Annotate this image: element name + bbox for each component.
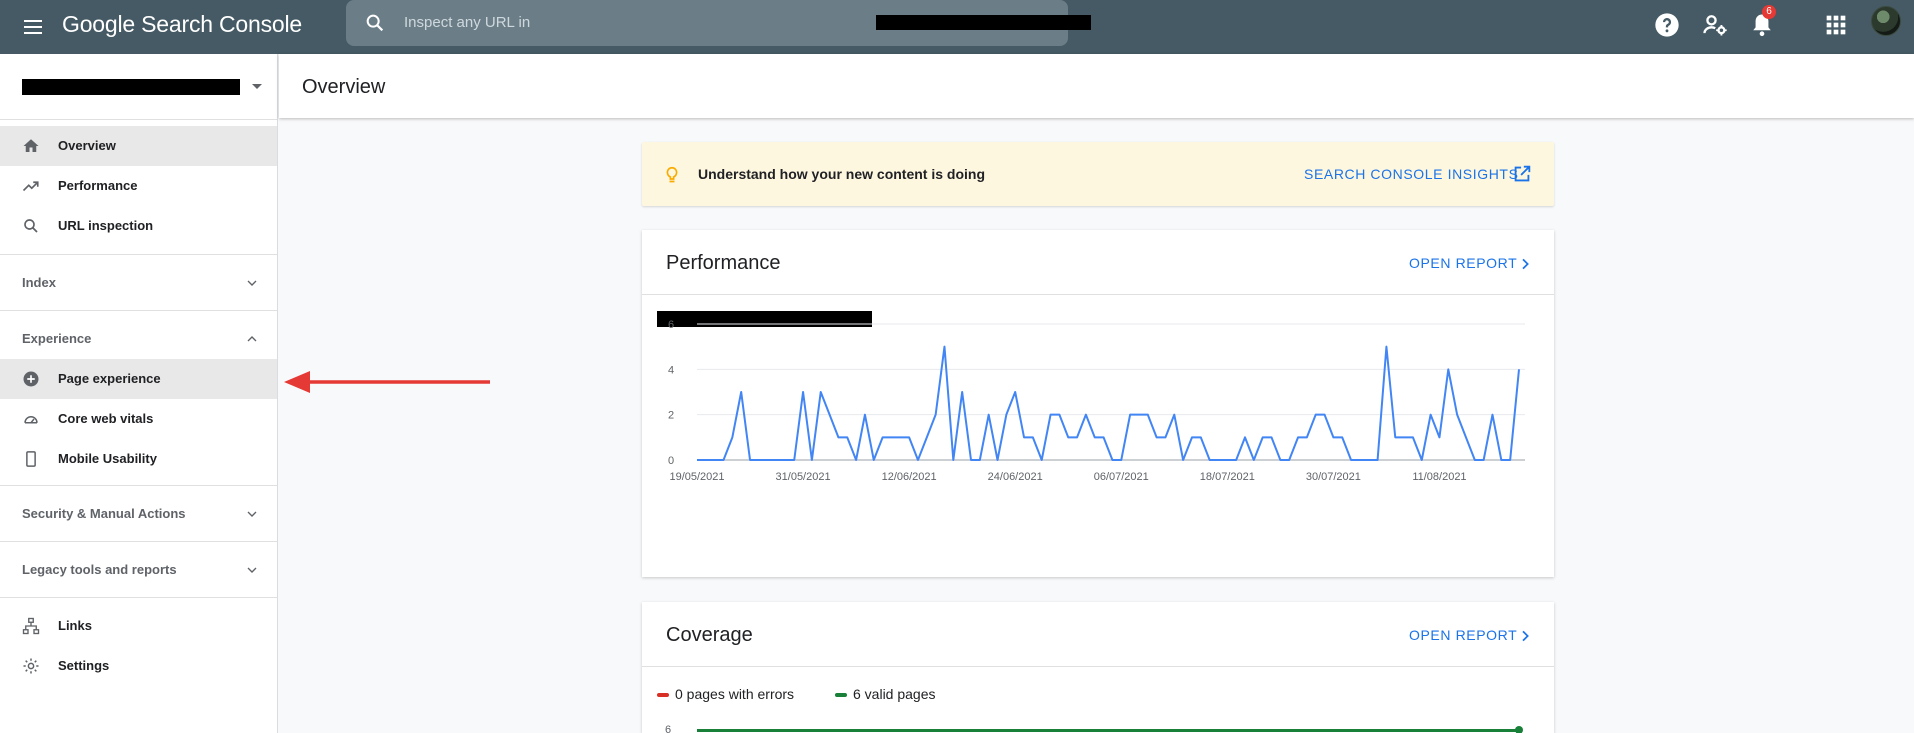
- sidebar-item-overview[interactable]: Overview: [0, 126, 277, 166]
- sidebar-item-label: Settings: [58, 658, 110, 673]
- sidebar-item-label: Page experience: [58, 371, 161, 386]
- sidebar-item-page-experience[interactable]: Page experience: [0, 359, 277, 399]
- open-in-new-icon[interactable]: [1511, 163, 1533, 185]
- search-console-insights-link[interactable]: SEARCH CONSOLE INSIGHTS: [1304, 166, 1519, 182]
- legend-valid-swatch: [835, 693, 847, 698]
- legend-valid-label: 6 valid pages: [853, 686, 936, 702]
- y-tick-label: 6: [668, 319, 674, 331]
- sidebar-item-label: Links: [58, 618, 92, 633]
- legend-errors[interactable]: 0 pages with errors: [657, 686, 794, 702]
- y-tick-label: 2: [668, 410, 674, 422]
- sidebar-item-core-web-vitals[interactable]: Core web vitals: [0, 399, 277, 439]
- legend-valid[interactable]: 6 valid pages: [835, 686, 936, 702]
- clicks-series-line: [697, 345, 1520, 461]
- apps-grid-icon[interactable]: [1822, 11, 1850, 39]
- dropdown-caret-icon: [252, 84, 262, 89]
- x-tick-label: 12/06/2021: [882, 471, 937, 483]
- x-tick-label: 11/08/2021: [1412, 471, 1466, 483]
- x-tick-label: 18/07/2021: [1200, 471, 1255, 483]
- sidebar-section-experience[interactable]: Experience: [0, 310, 277, 366]
- sidebar-section-legacy-tools[interactable]: Legacy tools and reports: [0, 541, 277, 597]
- performance-card: Performance OPEN REPORT 0 2 4 6 19/05/2021 3…: [642, 230, 1554, 577]
- lightbulb-icon: [666, 166, 678, 183]
- url-inspection-search-bar[interactable]: Inspect any URL in: [346, 0, 1091, 46]
- insights-banner: Understand how your new content is doing…: [642, 142, 1554, 206]
- performance-card-title: Performance: [666, 252, 781, 274]
- chevron-right-icon[interactable]: [1517, 627, 1533, 645]
- sidebar-divider: [0, 597, 277, 598]
- chevron-down-icon: [247, 280, 257, 286]
- x-tick-label: 30/07/2021: [1306, 471, 1361, 483]
- sidebar-item-url-inspection[interactable]: URL inspection: [0, 206, 277, 246]
- sidebar-item-performance[interactable]: Performance: [0, 166, 277, 206]
- speedometer-icon: [24, 416, 38, 424]
- chevron-up-icon: [247, 336, 257, 342]
- x-tick-label: 06/07/2021: [1094, 471, 1149, 483]
- search-icon: [24, 219, 38, 233]
- chevron-right-icon[interactable]: [1517, 255, 1533, 273]
- main-menu-button[interactable]: [20, 13, 48, 41]
- help-icon[interactable]: [1653, 11, 1681, 39]
- page-header: Overview: [279, 54, 1914, 118]
- coverage-valid-endpoint: [1515, 726, 1523, 733]
- card-divider: [642, 666, 1554, 667]
- x-tick-label: 24/06/2021: [988, 471, 1043, 483]
- sidebar-item-label: Core web vitals: [58, 411, 154, 426]
- property-selector[interactable]: [0, 54, 277, 120]
- coverage-valid-line: [697, 729, 1519, 732]
- chevron-down-icon: [247, 567, 257, 573]
- search-icon: [366, 14, 384, 32]
- app-title: Google Search Console: [62, 11, 303, 37]
- smartphone-icon: [26, 451, 36, 467]
- performance-line-chart: 0 2 4 6 19/05/2021 31/05/2021 12/06/2021 24/06…: [668, 319, 1525, 483]
- chevron-down-icon: [247, 511, 257, 517]
- sidebar-item-label: URL inspection: [58, 218, 154, 233]
- insights-banner-text: Understand how your new content is doing: [698, 166, 986, 182]
- sidebar-item-label: Mobile Usability: [58, 451, 157, 466]
- notifications-badge: 6: [1762, 5, 1776, 19]
- annotation-arrow: [284, 371, 490, 393]
- sidebar-section-index[interactable]: Index: [0, 254, 277, 310]
- users-settings-icon[interactable]: [1701, 11, 1729, 39]
- y-tick-label: 0: [668, 455, 674, 467]
- account-avatar[interactable]: [1871, 6, 1901, 36]
- sidebar-item-links[interactable]: Links: [0, 606, 277, 646]
- trending-up-icon: [22, 181, 39, 192]
- sidebar-section-security-manual-actions[interactable]: Security & Manual Actions: [0, 485, 277, 541]
- legend-errors-swatch: [657, 693, 669, 698]
- sidebar-item-mobile-usability[interactable]: Mobile Usability: [0, 439, 277, 479]
- legend-errors-label: 0 pages with errors: [675, 686, 795, 702]
- y-tick-label: 4: [668, 364, 674, 376]
- gear-icon: [23, 658, 39, 674]
- coverage-card: Coverage OPEN REPORT 0 pages with errors…: [642, 602, 1554, 733]
- sitemap-icon: [22, 617, 40, 635]
- sidebar-item-label: Overview: [58, 138, 116, 153]
- coverage-open-report-link[interactable]: OPEN REPORT: [1409, 627, 1517, 643]
- section-label: Legacy tools and reports: [22, 562, 177, 577]
- redacted-property-url: [876, 15, 1091, 30]
- section-label: Experience: [22, 331, 92, 346]
- sidebar-item-settings[interactable]: Settings: [0, 646, 277, 686]
- top-app-bar: Google Search Console Inspect any URL in…: [0, 0, 1914, 54]
- performance-open-report-link[interactable]: OPEN REPORT: [1409, 255, 1517, 271]
- redacted-property-name: [22, 79, 240, 95]
- page-title: Overview: [302, 76, 386, 98]
- add-circle-icon: [23, 371, 39, 387]
- search-placeholder: Inspect any URL in: [404, 14, 531, 31]
- coverage-card-title: Coverage: [666, 624, 753, 646]
- section-label: Index: [22, 275, 56, 290]
- sidebar-item-label: Performance: [58, 178, 138, 193]
- coverage-y-tick-6: 6: [665, 724, 672, 733]
- sidebar: Overview Performance URL inspection Inde…: [0, 54, 278, 733]
- section-label: Security & Manual Actions: [22, 506, 186, 521]
- x-tick-label: 19/05/2021: [669, 471, 724, 483]
- home-icon: [23, 139, 39, 152]
- x-tick-label: 31/05/2021: [776, 471, 831, 483]
